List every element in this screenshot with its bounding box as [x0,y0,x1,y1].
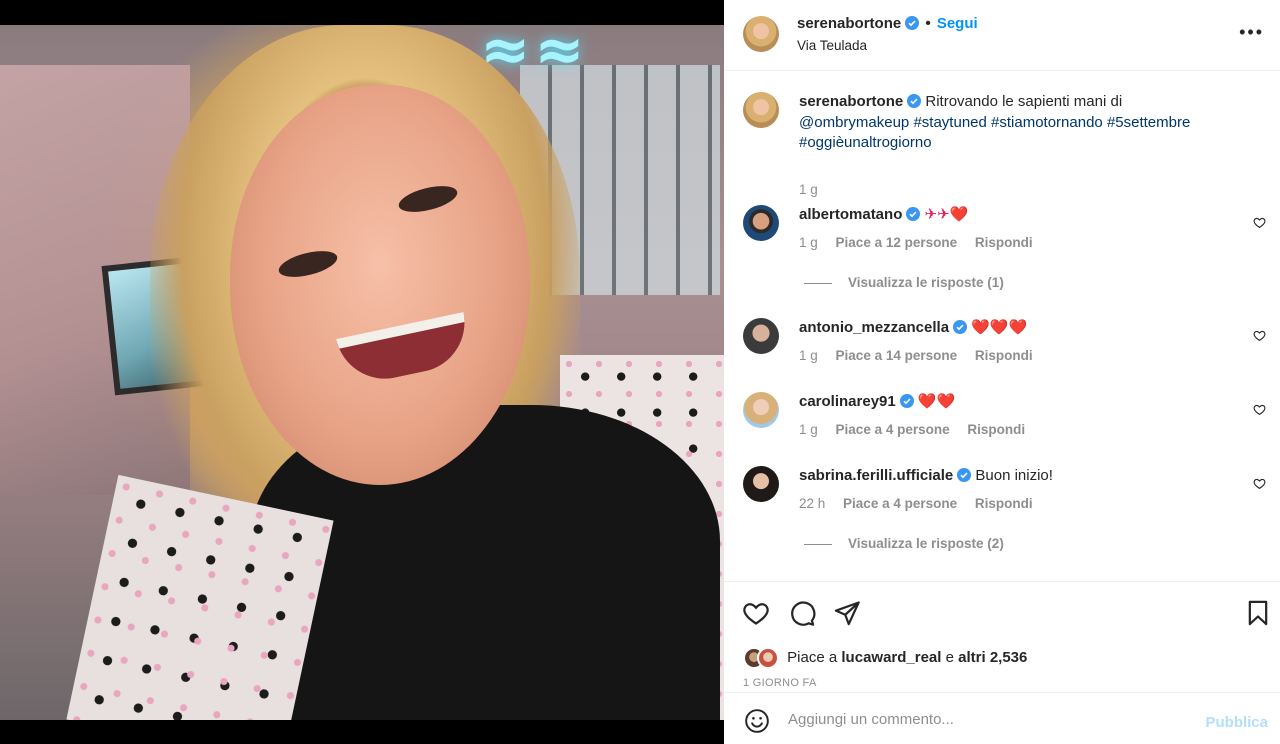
comment-avatar[interactable] [743,205,779,241]
comment-text: Buon inizio! [975,467,1053,484]
comment-username[interactable]: antonio_mezzancella [799,319,949,336]
comment-like-heart-icon[interactable] [1253,403,1266,416]
author-avatar[interactable] [743,16,779,52]
bookmark-save-icon[interactable] [1244,599,1272,627]
caption-author-username[interactable]: serenabortone [799,93,903,110]
view-replies-button[interactable]: Visualizza le risposte (1) [804,275,1004,290]
verified-badge-icon [906,207,921,221]
comment-username[interactable]: sabrina.ferilli.ufficiale [799,467,953,484]
caption-time[interactable]: 1 g [799,182,818,197]
comment-avatar[interactable] [743,392,779,428]
comment-text-block: carolinarey91 ❤️❤️ [799,392,1229,413]
comment-likes-count[interactable]: Piace a 12 persone [836,235,958,250]
verified-badge-icon [899,394,914,408]
likers-avatar-stack[interactable] [743,647,783,669]
comment-username[interactable]: carolinarey91 [799,393,896,410]
comment-reply-button[interactable]: Rispondi [975,496,1033,511]
caption-text: Ritrovando le sapienti mani di [925,93,1123,110]
comment-reply-button[interactable]: Rispondi [975,348,1033,363]
author-username[interactable]: serenabortone [797,15,901,32]
liker-avatar [757,647,779,669]
comment-text: ❤️❤️ [917,393,956,410]
caption: serenabortone Ritrovando le sapienti man… [724,92,1280,197]
separator-dot: • [925,15,931,32]
view-replies-label: Visualizza le risposte (2) [848,536,1004,551]
comment-item: carolinarey91 ❤️❤️ 1 g Piace a 4 persone… [724,392,1280,442]
caption-author-avatar[interactable] [743,92,779,128]
comment-text: ❤️❤️❤️ [971,319,1028,336]
view-replies-button[interactable]: Visualizza le risposte (2) [804,536,1004,551]
comment-text: ✈✈❤️ [924,206,969,223]
comment-text-block: albertomatano ✈✈❤️ [799,205,1229,226]
comment-item: albertomatano ✈✈❤️ 1 g Piace a 12 person… [724,205,1280,305]
verified-badge-icon [907,94,922,108]
comment-like-heart-icon[interactable] [1253,329,1266,342]
post-header: serenabortone • Segui Via Teulada ••• [724,0,1280,71]
comment-reply-button[interactable]: Rispondi [967,422,1025,437]
comments-list[interactable]: serenabortone Ritrovando le sapienti man… [724,72,1280,582]
comment-username[interactable]: albertomatano [799,206,902,223]
comment-time[interactable]: 1 g [799,235,818,250]
comment-time[interactable]: 1 g [799,422,818,437]
likes-summary: Piace a lucaward_real e altri 2,536 [743,647,1027,669]
caption-mention[interactable]: @ombrymakeup [799,114,909,131]
comment-likes-count[interactable]: Piace a 14 persone [836,348,958,363]
comment-text-block: sabrina.ferilli.ufficiale Buon inizio! [799,466,1229,487]
verified-badge-icon [957,468,972,482]
comment-like-heart-icon[interactable] [1253,216,1266,229]
replies-divider-line [804,543,832,545]
more-horizontal-icon[interactable]: ••• [1239,22,1264,43]
comment-meta: 1 g Piace a 4 persone Rispondi [799,422,1039,437]
share-send-icon[interactable] [833,599,861,627]
likes-conjunction: e [945,649,954,666]
comment-time[interactable]: 22 h [799,496,825,511]
comment-item: sabrina.ferilli.ufficiale Buon inizio! 2… [724,466,1280,566]
caption-hashtag[interactable]: #oggièunaltrogiorno [799,134,932,151]
caption-meta: 1 g [799,182,832,197]
caption-hashtag[interactable]: #stiamotornando [991,114,1103,131]
comment-avatar[interactable] [743,318,779,354]
view-replies-label: Visualizza le risposte (1) [848,275,1004,290]
comment-avatar[interactable] [743,466,779,502]
comment-meta: 1 g Piace a 12 persone Rispondi [799,235,1047,250]
follow-button[interactable]: Segui [937,15,978,32]
emoji-icon[interactable] [744,708,770,734]
author-line: serenabortone • Segui [797,15,978,33]
post-actions: Piace a lucaward_real e altri 2,536 1 GI… [724,583,1280,693]
caption-hashtag[interactable]: #5settembre [1107,114,1190,131]
comment-time[interactable]: 1 g [799,348,818,363]
post-side-panel: serenabortone • Segui Via Teulada ••• sere… [724,0,1280,744]
post-timestamp[interactable]: 1 GIORNO FA [743,677,817,689]
post-photo[interactable]: ≈≈ [0,25,724,720]
comment-likes-count[interactable]: Piace a 4 persone [836,422,950,437]
comment-meta: 1 g Piace a 14 persone Rispondi [799,348,1047,363]
comment-reply-button[interactable]: Rispondi [975,235,1033,250]
comment-meta: 22 h Piace a 4 persone Rispondi [799,496,1047,511]
verified-badge-icon [905,16,920,30]
comment-item: antonio_mezzancella ❤️❤️❤️ 1 g Piace a 1… [724,318,1280,368]
verified-badge-icon [953,320,968,334]
caption-text-block: serenabortone Ritrovando le sapienti man… [799,92,1229,154]
publish-button[interactable]: Pubblica [1205,714,1268,731]
likes-prefix: Piace a [787,649,838,666]
replies-divider-line [804,282,832,284]
like-heart-icon[interactable] [742,599,770,627]
comment-like-heart-icon[interactable] [1253,477,1266,490]
post-location[interactable]: Via Teulada [797,38,867,53]
comment-likes-count[interactable]: Piace a 4 persone [843,496,957,511]
caption-hashtag[interactable]: #staytuned [913,114,986,131]
comment-bubble-icon[interactable] [788,599,816,627]
photo-jacket-left [66,474,334,720]
comment-composer: Pubblica [724,694,1280,744]
likes-others-button[interactable]: altri 2,536 [958,649,1027,666]
comment-text-block: antonio_mezzancella ❤️❤️❤️ [799,318,1229,339]
liker-username[interactable]: lucaward_real [841,649,941,666]
comment-input[interactable] [788,706,1188,732]
photo-face [230,85,530,485]
